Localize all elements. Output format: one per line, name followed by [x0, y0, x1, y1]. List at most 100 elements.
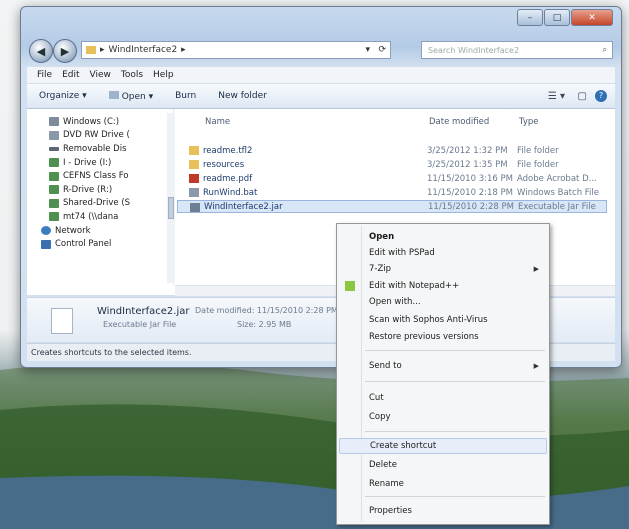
file-date: 11/15/2010 2:28 PM [428, 201, 514, 212]
preview-pane-icon[interactable]: ▢ [578, 91, 587, 102]
refresh-icon[interactable]: ⟳ [378, 45, 386, 55]
navpane-scroll-thumb[interactable] [168, 197, 174, 219]
file-name: resources [203, 159, 245, 170]
status-text: Creates shortcuts to the selected items. [31, 348, 192, 357]
file-date: 3/25/2012 1:35 PM [427, 159, 508, 170]
context-item-label: Restore previous versions [369, 332, 479, 342]
address-path: WindInterface2 [108, 45, 178, 55]
context-copy[interactable]: Copy [339, 409, 547, 425]
nav-item-cefns-class[interactable]: CEFNS Class Fo [27, 169, 173, 183]
search-input[interactable]: Search WindInterface2 ⌕ [421, 41, 613, 59]
network-icon [41, 226, 51, 236]
nav-item-label: mt74 (\\dana [63, 211, 119, 222]
nav-item-r-drive[interactable]: R-Drive (R:) [27, 183, 173, 197]
context-open[interactable]: Open [339, 229, 547, 245]
search-icon: ⌕ [602, 45, 607, 54]
menu-file[interactable]: File [37, 70, 52, 80]
network-drive-icon [49, 171, 59, 181]
context-rename[interactable]: Rename [339, 476, 547, 492]
nav-item-label: CEFNS Class Fo [63, 171, 129, 182]
context-7zip[interactable]: 7-Zip ▶ [339, 261, 547, 277]
menu-help[interactable]: Help [153, 70, 174, 80]
forward-arrow-icon: ▶ [60, 44, 70, 58]
column-header-date[interactable]: Date modified [429, 117, 489, 127]
nav-item-removable-disk[interactable]: Removable Dis [27, 142, 173, 156]
column-header-name[interactable]: Name [205, 117, 230, 127]
help-icon[interactable]: ? [595, 90, 607, 102]
menu-tools[interactable]: Tools [121, 70, 143, 80]
forward-button[interactable]: ▶ [53, 39, 77, 63]
network-drive-icon [49, 212, 59, 222]
burn-button[interactable]: Burn [175, 91, 196, 101]
context-open-with[interactable]: Open with... [339, 294, 547, 310]
search-placeholder: Search WindInterface2 [428, 45, 520, 55]
context-edit-with-pspad[interactable]: Edit with PSPad [339, 245, 547, 261]
nav-item-control-panel[interactable]: Control Panel [27, 237, 173, 251]
context-item-label: Open [369, 232, 395, 242]
back-arrow-icon: ◀ [36, 44, 46, 58]
file-row-readme-pdf[interactable]: readme.pdf 11/15/2010 3:16 PM Adobe Acro… [177, 172, 607, 185]
file-row-runwind-bat[interactable]: RunWind.bat 11/15/2010 2:18 PM Windows B… [177, 186, 607, 199]
address-dropdown-icon[interactable]: ▾ [365, 45, 370, 55]
maximize-button[interactable]: □ [544, 9, 570, 26]
context-create-shortcut[interactable]: Create shortcut [339, 438, 547, 454]
file-row-windinterface2-jar[interactable]: WindInterface2.jar 11/15/2010 2:28 PM Ex… [177, 200, 607, 213]
navpane-scrollbar[interactable] [167, 113, 175, 283]
menu-separator [365, 350, 545, 351]
column-header-type[interactable]: Type [519, 117, 539, 127]
control-panel-icon [41, 239, 51, 249]
file-name: readme.tfl2 [203, 145, 253, 156]
context-item-label: Scan with Sophos Anti-Virus [369, 315, 488, 325]
removable-disk-icon [49, 146, 59, 151]
nav-item-windows-c[interactable]: Windows (C:) [27, 115, 173, 129]
organize-button[interactable]: Organize ▾ [39, 91, 87, 101]
close-button[interactable]: ✕ [571, 9, 613, 26]
file-type: Executable Jar File [518, 201, 596, 212]
details-date: Date modified: 11/15/2010 2:28 PM [195, 306, 338, 315]
folder-icon [86, 46, 96, 54]
nav-item-mt74[interactable]: mt74 (\\dana [27, 210, 173, 224]
menu-bar: File Edit View Tools Help [27, 67, 615, 84]
file-type: File folder [517, 145, 559, 156]
menu-separator [365, 496, 545, 497]
context-send-to[interactable]: Send to ▶ [339, 358, 547, 374]
file-row-readme-tfl2[interactable]: readme.tfl2 3/25/2012 1:32 PM File folde… [177, 144, 607, 157]
context-item-label: Edit with PSPad [369, 248, 435, 258]
nav-item-i-drive[interactable]: I - Drive (I:) [27, 156, 173, 170]
menu-edit[interactable]: Edit [62, 70, 79, 80]
new-folder-button[interactable]: New folder [218, 91, 267, 101]
nav-item-label: Shared-Drive (S [63, 198, 131, 209]
jar-icon [190, 203, 200, 212]
submenu-arrow-icon: ▶ [533, 362, 539, 370]
nav-item-label: I - Drive (I:) [63, 157, 112, 168]
open-button[interactable]: Open ▾ [108, 90, 154, 102]
address-chevron-icon[interactable]: ▸ [181, 45, 186, 55]
navigation-pane: Windows (C:) DVD RW Drive ( Removable Di… [27, 109, 175, 285]
context-edit-with-notepad[interactable]: Edit with Notepad++ [339, 278, 547, 294]
context-properties[interactable]: Properties [339, 503, 547, 519]
context-restore-previous-versions[interactable]: Restore previous versions [339, 329, 547, 345]
address-bar[interactable]: ▸ WindInterface2 ▸ ▾ ⟳ [81, 41, 391, 59]
context-item-label: Rename [369, 479, 404, 489]
dvd-drive-icon [49, 130, 59, 140]
back-button[interactable]: ◀ [29, 39, 53, 63]
minimize-button[interactable]: – [517, 9, 543, 26]
nav-item-dvd-drive[interactable]: DVD RW Drive ( [27, 129, 173, 143]
file-type: Adobe Acrobat D... [517, 173, 597, 184]
nav-item-label: Removable Dis [63, 143, 127, 154]
open-label: Open ▾ [121, 91, 154, 102]
context-delete[interactable]: Delete [339, 457, 547, 473]
submenu-arrow-icon: ▶ [533, 265, 539, 273]
navigation-bar: ◀ ▶ ▸ WindInterface2 ▸ ▾ ⟳ Search WindIn… [29, 37, 613, 63]
context-item-label: Send to [369, 361, 402, 371]
context-cut[interactable]: Cut [339, 390, 547, 406]
file-date: 3/25/2012 1:32 PM [427, 145, 508, 156]
jar-file-thumbnail-icon [51, 308, 73, 334]
nav-item-network[interactable]: Network [27, 224, 173, 238]
view-options-icon[interactable]: ☰ ▾ [548, 91, 565, 102]
file-row-resources[interactable]: resources 3/25/2012 1:35 PM File folder [177, 158, 607, 171]
context-scan-with-sophos[interactable]: Scan with Sophos Anti-Virus [339, 312, 547, 328]
menu-separator [365, 381, 545, 382]
menu-view[interactable]: View [90, 70, 111, 80]
nav-item-shared-drive[interactable]: Shared-Drive (S [27, 197, 173, 211]
